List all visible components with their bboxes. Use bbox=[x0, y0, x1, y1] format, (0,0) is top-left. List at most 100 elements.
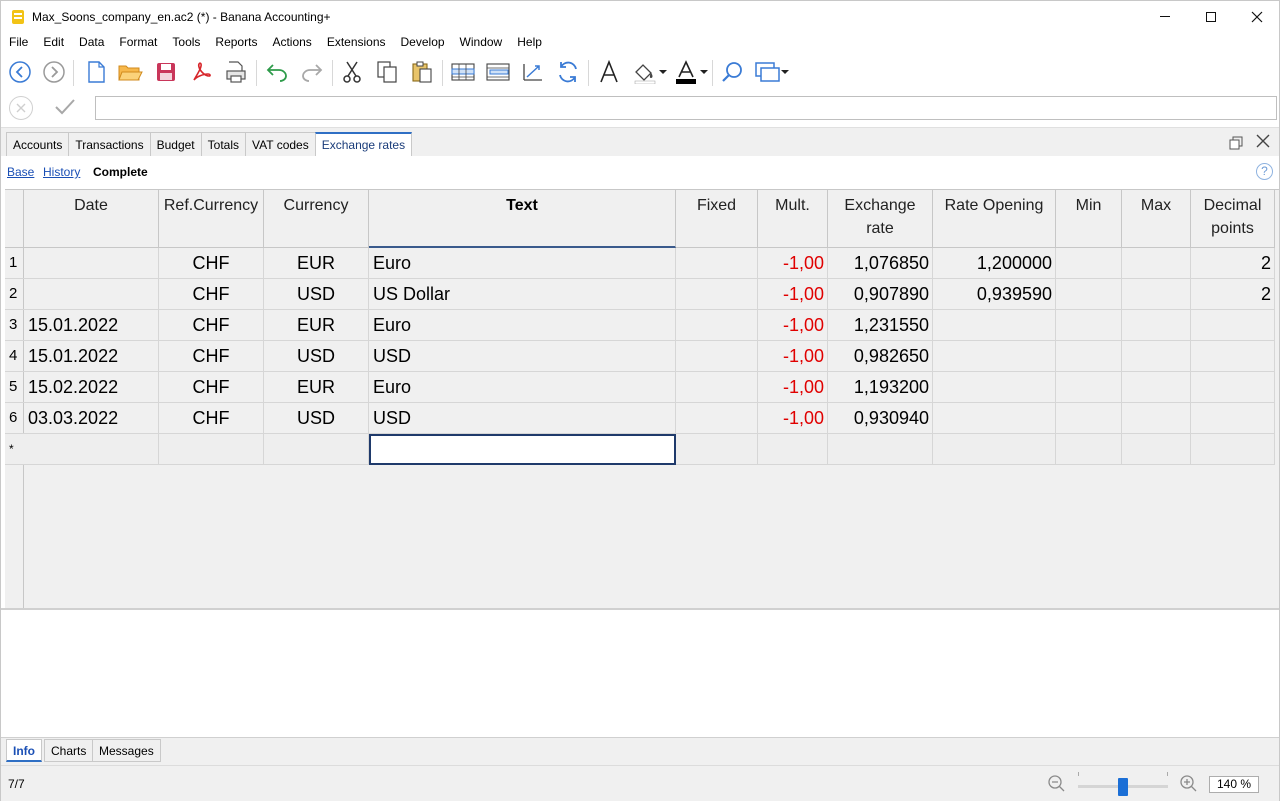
paste-button[interactable] bbox=[408, 58, 436, 86]
cell-date[interactable]: 03.03.2022 bbox=[24, 403, 159, 434]
cell-open[interactable]: 0,939590 bbox=[933, 279, 1056, 310]
pdf-button[interactable] bbox=[187, 58, 215, 86]
tab-exchange-rates[interactable]: Exchange rates bbox=[314, 132, 413, 158]
cell-open[interactable] bbox=[933, 403, 1056, 434]
insert-rows-button[interactable] bbox=[449, 58, 477, 86]
cell-ref[interactable]: CHF bbox=[159, 310, 264, 341]
cell-text[interactable]: USD bbox=[369, 403, 676, 434]
cell-min[interactable] bbox=[1056, 372, 1122, 403]
fill-color-button[interactable] bbox=[631, 58, 669, 86]
cell-open[interactable] bbox=[933, 372, 1056, 403]
menu-actions[interactable]: Actions bbox=[264, 32, 318, 53]
menu-format[interactable]: Format bbox=[111, 32, 164, 53]
cell-text[interactable]: Euro bbox=[369, 372, 676, 403]
menu-help[interactable]: Help bbox=[509, 32, 549, 53]
tab-transactions[interactable]: Transactions bbox=[68, 132, 150, 157]
text-color-button[interactable] bbox=[673, 58, 711, 86]
cell-cur[interactable]: EUR bbox=[264, 372, 369, 403]
tab-messages[interactable]: Messages bbox=[92, 739, 161, 762]
cell-max[interactable] bbox=[1122, 403, 1191, 434]
font-button[interactable] bbox=[595, 58, 623, 86]
menu-file[interactable]: File bbox=[1, 32, 35, 53]
menu-data[interactable]: Data bbox=[71, 32, 111, 53]
menu-edit[interactable]: Edit bbox=[35, 32, 71, 53]
cell-fixed[interactable] bbox=[676, 310, 758, 341]
cell-rate[interactable]: 1,076850 bbox=[828, 248, 933, 279]
cell-date[interactable]: 15.01.2022 bbox=[24, 341, 159, 372]
new-row-cell[interactable] bbox=[1191, 434, 1275, 465]
tab-totals[interactable]: Totals bbox=[200, 132, 246, 157]
cell-fixed[interactable] bbox=[676, 372, 758, 403]
column-header-cur[interactable]: Currency bbox=[264, 190, 369, 248]
cell-open[interactable] bbox=[933, 341, 1056, 372]
tab-charts[interactable]: Charts bbox=[44, 739, 94, 762]
cell-max[interactable] bbox=[1122, 310, 1191, 341]
cell-fixed[interactable] bbox=[676, 248, 758, 279]
cell-mult[interactable]: -1,00 bbox=[758, 372, 828, 403]
cell-max[interactable] bbox=[1122, 341, 1191, 372]
cell-ref[interactable]: CHF bbox=[159, 403, 264, 434]
cell-ref[interactable]: CHF bbox=[159, 248, 264, 279]
column-header-date[interactable]: Date bbox=[24, 190, 159, 248]
zoom-level[interactable]: 140 % bbox=[1209, 776, 1259, 793]
cell-date[interactable] bbox=[24, 248, 159, 279]
back-button[interactable] bbox=[6, 58, 34, 86]
menu-reports[interactable]: Reports bbox=[207, 32, 264, 53]
open-button[interactable] bbox=[116, 58, 144, 86]
cell-ref[interactable]: CHF bbox=[159, 341, 264, 372]
view-base[interactable]: Base bbox=[7, 165, 34, 179]
column-header-open[interactable]: Rate Opening bbox=[933, 190, 1056, 248]
accept-edit-button[interactable] bbox=[53, 96, 79, 120]
cell-edit-input[interactable] bbox=[95, 96, 1277, 120]
close-table-icon[interactable] bbox=[1256, 134, 1270, 148]
cell-cur[interactable]: USD bbox=[264, 403, 369, 434]
menu-window[interactable]: Window bbox=[452, 32, 510, 53]
cell-mult[interactable]: -1,00 bbox=[758, 310, 828, 341]
cell-min[interactable] bbox=[1056, 403, 1122, 434]
cell-mult[interactable]: -1,00 bbox=[758, 341, 828, 372]
cell-date[interactable] bbox=[24, 279, 159, 310]
new-row-cell[interactable] bbox=[1056, 434, 1122, 465]
new-row-cell[interactable] bbox=[676, 434, 758, 465]
cell-open[interactable] bbox=[933, 310, 1056, 341]
cell-max[interactable] bbox=[1122, 372, 1191, 403]
copy-button[interactable] bbox=[373, 58, 401, 86]
cell-min[interactable] bbox=[1056, 279, 1122, 310]
cell-fixed[interactable] bbox=[676, 403, 758, 434]
minimize-button[interactable] bbox=[1142, 1, 1188, 32]
view-complete[interactable]: Complete bbox=[93, 165, 148, 179]
cell-min[interactable] bbox=[1056, 248, 1122, 279]
new-row-cell[interactable] bbox=[159, 434, 264, 465]
focused-new-cell[interactable] bbox=[369, 434, 676, 465]
zoom-slider-thumb[interactable] bbox=[1118, 778, 1128, 796]
cell-date[interactable]: 15.01.2022 bbox=[24, 310, 159, 341]
view-history[interactable]: History bbox=[43, 165, 80, 179]
column-header-max[interactable]: Max bbox=[1122, 190, 1191, 248]
cut-button[interactable] bbox=[338, 58, 366, 86]
row-number[interactable]: 3 bbox=[5, 310, 24, 341]
row-number[interactable]: 1 bbox=[5, 248, 24, 279]
cell-dec[interactable] bbox=[1191, 372, 1275, 403]
column-header-fixed[interactable]: Fixed bbox=[676, 190, 758, 248]
window-button[interactable] bbox=[753, 58, 791, 86]
row-number[interactable]: 2 bbox=[5, 279, 24, 310]
cell-text[interactable]: Euro bbox=[369, 310, 676, 341]
tab-budget[interactable]: Budget bbox=[149, 132, 201, 157]
cell-min[interactable] bbox=[1056, 341, 1122, 372]
new-row-cell[interactable] bbox=[1122, 434, 1191, 465]
tab-vat-codes[interactable]: VAT codes bbox=[245, 132, 315, 157]
cell-rate[interactable]: 1,193200 bbox=[828, 372, 933, 403]
cell-rate[interactable]: 0,982650 bbox=[828, 341, 933, 372]
cell-dec[interactable]: 2 bbox=[1191, 279, 1275, 310]
forward-button[interactable] bbox=[40, 58, 68, 86]
maximize-button[interactable] bbox=[1188, 1, 1234, 32]
cell-fixed[interactable] bbox=[676, 279, 758, 310]
undo-button[interactable] bbox=[263, 58, 291, 86]
column-header-text[interactable]: Text bbox=[369, 190, 676, 248]
find-button[interactable] bbox=[718, 58, 746, 86]
row-number[interactable]: 4 bbox=[5, 341, 24, 372]
menu-tools[interactable]: Tools bbox=[164, 32, 207, 53]
cell-cur[interactable]: USD bbox=[264, 341, 369, 372]
row-number[interactable]: 5 bbox=[5, 372, 24, 403]
cell-text[interactable]: Euro bbox=[369, 248, 676, 279]
